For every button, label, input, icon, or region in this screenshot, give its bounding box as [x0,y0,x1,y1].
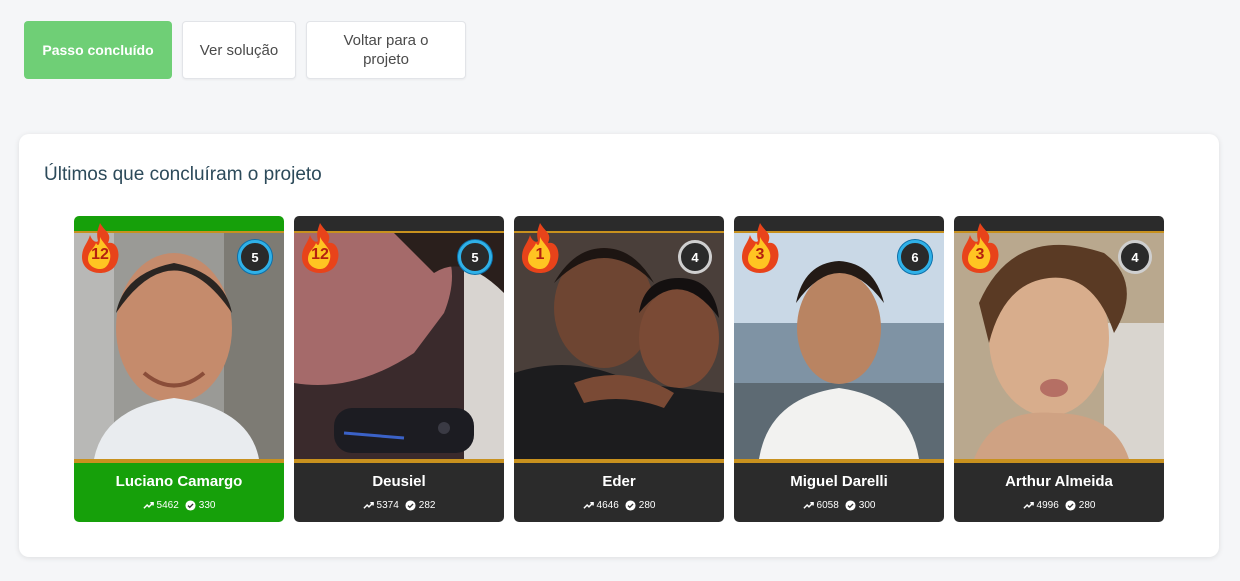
user-stats: 5462 330 [74,500,284,511]
streak-flame-icon: 3 [738,221,782,273]
xp-value: 6058 [816,500,839,511]
completed-count: 282 [418,500,436,511]
user-card[interactable]: 12 5 Luciano Camargo 5462 330 [74,216,284,522]
level-badge: 5 [458,240,492,274]
user-stats: 4646 280 [514,500,724,511]
step-completed-button[interactable]: Passo concluído [24,21,172,79]
panel-title: Últimos que concluíram o projeto [44,164,322,185]
level-badge: 4 [678,240,712,274]
trending-up-icon [142,502,154,509]
back-to-project-button[interactable]: Voltar para o projeto [306,21,466,79]
recent-completions-panel: Últimos que concluíram o projeto 12 5 Lu… [19,134,1219,557]
user-name[interactable]: Luciano Camargo [74,473,284,490]
xp-value: 4646 [596,500,619,511]
user-card[interactable]: 12 5 Deusiel 5374 282 [294,216,504,522]
trending-up-icon [582,502,594,509]
view-solution-button[interactable]: Ver solução [182,21,296,79]
streak-flame-icon: 1 [518,221,562,273]
level-badge: 4 [1118,240,1152,274]
level-badge: 5 [238,240,272,274]
user-name[interactable]: Deusiel [294,473,504,490]
xp-value: 5374 [376,500,399,511]
check-circle-icon [1065,500,1076,511]
user-card[interactable]: 3 6 Miguel Darelli 6058 300 [734,216,944,522]
completed-count: 300 [858,500,876,511]
trending-up-icon [802,502,814,509]
check-circle-icon [185,500,196,511]
xp-value: 4996 [1036,500,1059,511]
streak-flame-icon: 12 [298,221,342,273]
check-circle-icon [405,500,416,511]
streak-count: 3 [755,246,765,263]
streak-count: 12 [91,246,109,263]
user-name[interactable]: Arthur Almeida [954,473,1164,490]
streak-count: 3 [975,246,985,263]
completed-count: 280 [638,500,656,511]
completed-count: 280 [1078,500,1096,511]
trending-up-icon [362,502,374,509]
level-badge: 6 [898,240,932,274]
streak-flame-icon: 3 [958,221,1002,273]
trending-up-icon [1022,502,1034,509]
streak-count: 1 [535,246,545,263]
xp-value: 5462 [156,500,179,511]
user-card[interactable]: 1 4 Eder 4646 280 [514,216,724,522]
check-circle-icon [845,500,856,511]
user-name[interactable]: Miguel Darelli [734,473,944,490]
completed-count: 330 [198,500,216,511]
user-stats: 5374 282 [294,500,504,511]
user-stats: 6058 300 [734,500,944,511]
user-card[interactable]: 3 4 Arthur Almeida 4996 280 [954,216,1164,522]
user-stats: 4996 280 [954,500,1164,511]
check-circle-icon [625,500,636,511]
streak-count: 12 [311,246,329,263]
streak-flame-icon: 12 [78,221,122,273]
user-name[interactable]: Eder [514,473,724,490]
